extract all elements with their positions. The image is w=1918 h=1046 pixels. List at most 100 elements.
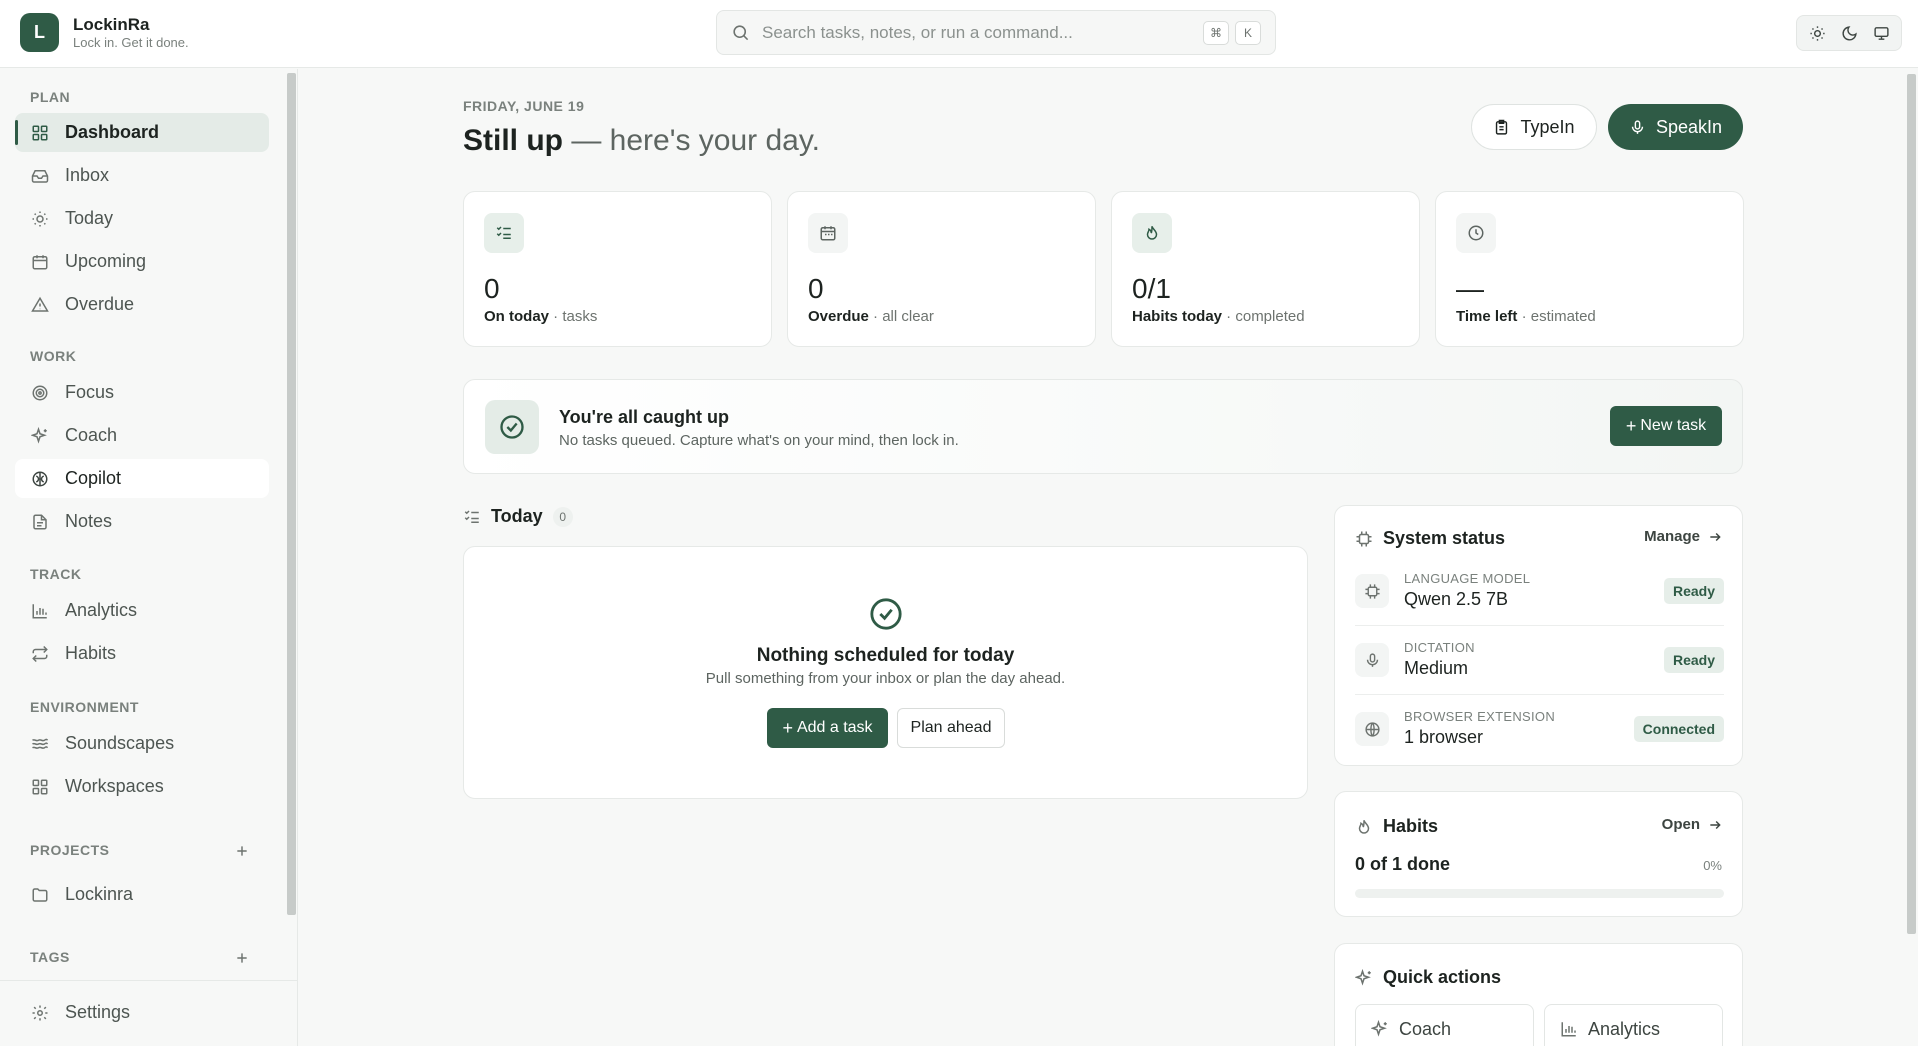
main-scrollbar[interactable] <box>1907 74 1916 934</box>
warning-icon <box>30 295 50 315</box>
status-value: 1 browser <box>1404 727 1484 747</box>
quick-actions-title: Quick actions <box>1383 967 1502 987</box>
sidebar-item-label: Today <box>65 208 114 228</box>
stat-card-time-left[interactable]: — Time left · estimated <box>1435 191 1744 347</box>
stat-value: 0/1 <box>1132 273 1171 304</box>
sidebar-item-analytics[interactable]: Analytics <box>15 591 269 630</box>
chip-icon <box>1355 530 1373 548</box>
today-empty-panel: Nothing scheduled for today Pull somethi… <box>463 546 1308 799</box>
current-date: FRIDAY, JUNE 19 <box>463 98 585 114</box>
stat-value: 0 <box>484 273 500 304</box>
sidebar-item-project-lockinra[interactable]: Lockinra <box>15 875 269 914</box>
calendar-icon <box>808 213 848 253</box>
sidebar-item-overdue[interactable]: Overdue <box>15 285 269 324</box>
light-theme-button[interactable] <box>1803 19 1831 47</box>
sparkles-icon <box>1355 968 1373 987</box>
sidebar-item-dashboard[interactable]: Dashboard <box>15 113 269 152</box>
quick-actions-header: Quick actions <box>1355 967 1501 988</box>
grid-icon <box>30 123 50 143</box>
plus-icon: + <box>1625 415 1637 436</box>
sidebar-item-label: Copilot <box>65 468 122 488</box>
sidebar-scrollbar[interactable] <box>287 73 296 915</box>
inbox-icon <box>30 166 50 186</box>
quick-action-coach[interactable]: Coach <box>1355 1004 1534 1046</box>
sparkles-icon <box>30 426 50 446</box>
sidebar-item-habits[interactable]: Habits <box>15 634 269 673</box>
section-label-projects: PROJECTS <box>30 842 110 858</box>
arrow-right-icon <box>1708 818 1722 832</box>
stat-card-habits[interactable]: 0/1 Habits today · completed <box>1111 191 1420 347</box>
repeat-icon <box>30 644 50 664</box>
microphone-icon <box>1355 643 1389 677</box>
habits-open-link[interactable]: Open <box>1662 816 1722 833</box>
command-search[interactable]: Search tasks, notes, or run a command...… <box>716 10 1276 55</box>
sun-icon <box>30 209 50 229</box>
status-value: Medium <box>1404 658 1469 678</box>
sidebar-item-label: Notes <box>65 511 113 531</box>
sidebar-item-settings[interactable]: Settings <box>15 993 269 1032</box>
caught-up-subtitle: No tasks queued. Capture what's on your … <box>559 432 959 449</box>
today-title: Today <box>491 506 543 526</box>
sidebar-item-label: Overdue <box>65 294 135 314</box>
stat-value: — <box>1456 273 1484 304</box>
search-input[interactable]: Search tasks, notes, or run a command... <box>762 23 1197 43</box>
empty-state-subtitle: Pull something from your inbox or plan t… <box>705 670 1066 687</box>
greeting-bold: Still up <box>463 124 563 157</box>
typein-button[interactable]: TypeIn <box>1471 104 1597 150</box>
sidebar-item-coach[interactable]: Coach <box>15 416 269 455</box>
sidebar-divider <box>0 980 298 981</box>
stat-card-on-today[interactable]: 0 On today · tasks <box>463 191 772 347</box>
sidebar-item-notes[interactable]: Notes <box>15 502 269 541</box>
plus-icon: + <box>782 717 793 738</box>
top-bar: L LockinRa Lock in. Get it done. Search … <box>0 0 1918 68</box>
section-label-tags: TAGS <box>30 949 70 965</box>
sidebar-item-label: Lockinra <box>65 884 134 904</box>
habits-title: Habits <box>1383 816 1439 836</box>
sidebar-item-upcoming[interactable]: Upcoming <box>15 242 269 281</box>
status-label: DICTATION <box>1404 640 1475 655</box>
flame-icon <box>1355 818 1373 836</box>
theme-switcher <box>1796 15 1902 51</box>
stat-card-overdue[interactable]: 0 Overdue · all clear <box>787 191 1096 347</box>
checklist-icon <box>463 508 481 526</box>
add-tag-button[interactable] <box>232 948 252 968</box>
sidebar-item-label: Coach <box>65 425 118 445</box>
sidebar-item-soundscapes[interactable]: Soundscapes <box>15 724 269 763</box>
status-badge: Connected <box>1633 716 1724 742</box>
manage-link[interactable]: Manage <box>1644 528 1722 545</box>
bar-chart-icon <box>30 601 50 621</box>
page-title: Still up — here's your day. <box>463 124 820 158</box>
sidebar-item-workspaces[interactable]: Workspaces <box>15 767 269 806</box>
bar-chart-icon <box>1560 1020 1578 1038</box>
search-icon <box>731 23 750 42</box>
system-status-card: System status Manage LANGUAGE MODEL Qwen… <box>1334 505 1743 766</box>
check-circle-icon <box>485 400 539 454</box>
caught-up-title: You're all caught up <box>559 407 729 427</box>
add-task-button[interactable]: + Add a task <box>767 708 888 748</box>
sidebar-item-inbox[interactable]: Inbox <box>15 156 269 195</box>
status-row-dictation: DICTATION Medium Ready <box>1355 635 1724 695</box>
sidebar-item-label: Settings <box>65 1002 131 1022</box>
sun-icon <box>1809 25 1826 42</box>
quick-action-analytics[interactable]: Analytics <box>1544 1004 1723 1046</box>
habits-percent: 0% <box>1703 858 1722 873</box>
speakin-button[interactable]: SpeakIn <box>1608 104 1743 150</box>
sidebar-item-today[interactable]: Today <box>15 199 269 238</box>
dark-theme-button[interactable] <box>1835 19 1863 47</box>
habits-header: Habits <box>1355 816 1438 837</box>
system-status-header: System status <box>1355 528 1505 549</box>
sidebar-item-focus[interactable]: Focus <box>15 373 269 412</box>
sidebar-item-copilot[interactable]: Copilot <box>15 459 269 498</box>
brand-tagline: Lock in. Get it done. <box>73 34 189 50</box>
sparkles-icon <box>1371 1020 1389 1038</box>
waves-icon <box>30 734 50 754</box>
today-count-badge: 0 <box>552 506 573 527</box>
new-task-button[interactable]: + New task <box>1610 406 1722 446</box>
system-theme-button[interactable] <box>1867 19 1895 47</box>
sidebar-item-label: Workspaces <box>65 776 164 796</box>
status-label: LANGUAGE MODEL <box>1404 571 1531 586</box>
speakin-label: SpeakIn <box>1655 116 1723 137</box>
brand[interactable]: L LockinRa Lock in. Get it done. <box>20 13 189 52</box>
add-project-button[interactable] <box>232 841 252 861</box>
plan-ahead-button[interactable]: Plan ahead <box>897 708 1005 748</box>
